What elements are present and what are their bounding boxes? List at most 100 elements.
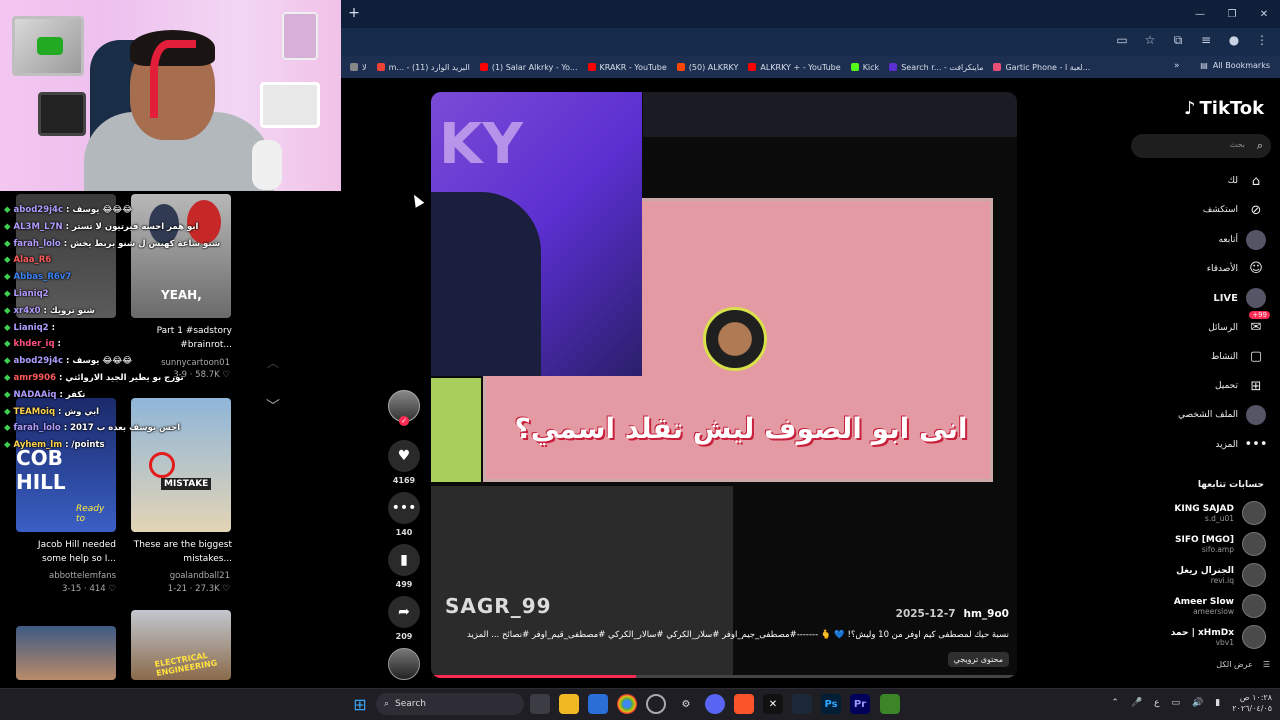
tiktok-logo[interactable]: ♪ TikTok	[1184, 98, 1264, 119]
nav-item-avatar[interactable]: أتابعه	[1219, 229, 1266, 251]
chat-username[interactable]: farah_lolo	[14, 423, 61, 433]
list-icon: ☰	[1262, 660, 1270, 669]
chat-username[interactable]: TEAMoiq	[14, 407, 55, 417]
chat-message: ◆ Ayhem_lm: /points	[4, 440, 105, 450]
bookmark-item[interactable]: (50) ALKRKY	[676, 63, 738, 72]
comment-button[interactable]: ••• 140	[388, 492, 420, 537]
all-bookmarks-button[interactable]: ▤ All Bookmarks	[1200, 61, 1270, 70]
minecraft-icon[interactable]	[880, 694, 900, 714]
nav-item-avatar[interactable]: LIVE	[1213, 287, 1266, 309]
close-icon[interactable]: ✕	[1248, 0, 1280, 28]
mic-icon[interactable]: 🎤	[1131, 698, 1142, 708]
previous-video-button[interactable]: ︿	[264, 354, 282, 372]
chat-username[interactable]: xr4x0	[14, 306, 41, 316]
following-account[interactable]: Ameer Slow ameerslow	[1174, 591, 1266, 621]
chat-message: ◆ AL3M_L7N: ابو همر احسه فيرتيون لا تستر	[4, 222, 198, 232]
chat-username[interactable]: khder_iq	[14, 339, 55, 349]
share-button[interactable]: ➦ 209	[388, 596, 420, 641]
chevron-up-icon[interactable]: ⌃	[1111, 698, 1119, 708]
chat-username[interactable]: farah_lolo	[14, 239, 61, 249]
bookmarks-overflow-button[interactable]: »	[1174, 61, 1180, 71]
nav-item-avatar[interactable]: الملف الشخصي	[1178, 404, 1266, 426]
video-player[interactable]: KY انى ابو الصوف ليش تقلد اسمي؟ SAGR_99 …	[431, 92, 1017, 678]
sound-avatar[interactable]	[388, 648, 420, 680]
display-icon[interactable]: ▭	[1172, 698, 1181, 708]
chat-username[interactable]: abod29j4c	[14, 205, 63, 215]
nav-item-more[interactable]: ••• المزيد	[1215, 434, 1267, 456]
badge-icon: ◆	[4, 305, 11, 316]
cast-icon[interactable]: ▭	[1114, 33, 1130, 48]
chat-username[interactable]: AL3M_L7N	[14, 222, 63, 232]
following-account[interactable]: الجنرال ريغل revi.iq	[1176, 560, 1266, 590]
capcut-icon[interactable]: ✕	[763, 694, 783, 714]
creator-avatar-button[interactable]: ✓	[388, 390, 420, 426]
media-icon[interactable]: ≡	[1198, 33, 1214, 48]
badge-icon: ◆	[4, 205, 11, 215]
nav-item-friends[interactable]: ☺ الأصدقاء	[1207, 258, 1266, 280]
see-all-button[interactable]: عرض الكل ☰	[1216, 660, 1270, 669]
file-explorer-icon[interactable]	[559, 694, 579, 714]
chat-username[interactable]: NADAAiq	[14, 390, 57, 400]
taskbar-search[interactable]: ⌕ Search	[376, 693, 524, 715]
clock[interactable]: ١٠:٢٨ ص ٢٠٢٦/٠٤/٠٥	[1232, 692, 1272, 714]
badge-icon: ◆	[4, 440, 11, 451]
chat-username[interactable]: Lianiq2	[14, 323, 49, 333]
task-view-icon[interactable]	[530, 694, 550, 714]
chat-username[interactable]: abod29j4c	[14, 356, 63, 366]
star-icon[interactable]: ☆	[1142, 33, 1158, 48]
search-input[interactable]: بحث ⌕	[1131, 134, 1271, 158]
profile-icon[interactable]: ●	[1226, 33, 1242, 48]
bookmark-item[interactable]: m... - (11) البريد الوارد	[376, 63, 470, 72]
chat-text: :	[57, 339, 61, 350]
following-account[interactable]: SIFO [MGO] sifo.amp	[1175, 529, 1266, 559]
settings-icon[interactable]: ⚙	[676, 694, 696, 714]
volume-icon[interactable]: 🔊	[1192, 698, 1203, 708]
extensions-icon[interactable]: ⧉	[1170, 33, 1186, 48]
photoshop-icon[interactable]: Ps	[821, 694, 841, 714]
nav-item-messages[interactable]: ✉ الرسائل 99+	[1208, 310, 1270, 339]
chat-username[interactable]: Lianiq2	[14, 289, 49, 299]
windows-start-icon[interactable]: ⊞	[350, 694, 370, 714]
chat-username[interactable]: Alaa_R6	[14, 255, 52, 265]
premiere-icon[interactable]: Pr	[850, 694, 870, 714]
bookmark-item[interactable]: لا	[350, 63, 367, 72]
next-video-button[interactable]: ﹀	[264, 396, 282, 415]
chat-username[interactable]: amr9906	[14, 373, 56, 383]
bookmark-button[interactable]: ▮ 499	[388, 544, 420, 589]
restore-icon[interactable]: ❐	[1216, 0, 1248, 28]
video-author[interactable]: hm_9o0	[964, 608, 1010, 620]
bookmark-item[interactable]: Kick	[850, 63, 879, 72]
new-tab-button[interactable]: +	[346, 5, 362, 21]
bookmark-item[interactable]: (1) Salar Alkrky - Yo...	[479, 63, 578, 72]
chat-username[interactable]: Ayhem_lm	[14, 440, 63, 450]
following-account[interactable]: KING SAJAD s.d_u01	[1174, 498, 1266, 528]
home-icon: ⌂	[1251, 173, 1261, 189]
chat-username[interactable]: Abbas_R6v7	[14, 272, 72, 282]
bookmark-item[interactable]: Gartic Phone - لعبة ا...	[993, 63, 1090, 72]
bookmark-item[interactable]: ALKRKY + - YouTube	[748, 63, 841, 72]
nav-item-compass[interactable]: ⊘ استكشف	[1203, 199, 1266, 221]
chrome-icon[interactable]	[617, 694, 637, 714]
search-icon[interactable]: ⌕	[1257, 139, 1263, 153]
battery-icon[interactable]: ▮	[1215, 698, 1220, 708]
nav-item-home[interactable]: ⌂ لك	[1228, 170, 1266, 192]
favicon-icon	[748, 63, 757, 71]
brave-icon[interactable]	[734, 694, 754, 714]
bookmark-item[interactable]: KRAKR - YouTube	[587, 63, 667, 72]
like-button[interactable]: ♥ 4169	[388, 440, 420, 485]
steam-icon[interactable]	[792, 694, 812, 714]
favicon-icon	[850, 63, 859, 71]
nav-item-upload[interactable]: ⊞ تحميل	[1215, 375, 1266, 397]
discord-icon[interactable]	[705, 694, 725, 714]
following-account[interactable]: حمد | xHmDx vbv1	[1171, 622, 1266, 652]
menu-icon[interactable]: ⋮	[1254, 33, 1270, 48]
nav-item-activity[interactable]: ▢ النشاط	[1211, 346, 1266, 368]
chat-text: : ابي وش	[58, 406, 100, 417]
obs-icon[interactable]	[646, 694, 666, 714]
minimize-icon[interactable]: —	[1184, 0, 1216, 28]
store-icon[interactable]	[588, 694, 608, 714]
follow-icon[interactable]: ✓	[399, 416, 409, 426]
video-description[interactable]: نسبة حيك لمصطفى كيم اوفر من 10 وليش؟! 💙 …	[467, 630, 1009, 640]
lang-indicator[interactable]: ع	[1154, 698, 1159, 708]
bookmark-item[interactable]: Search r... - ماينكرافت	[889, 63, 983, 72]
